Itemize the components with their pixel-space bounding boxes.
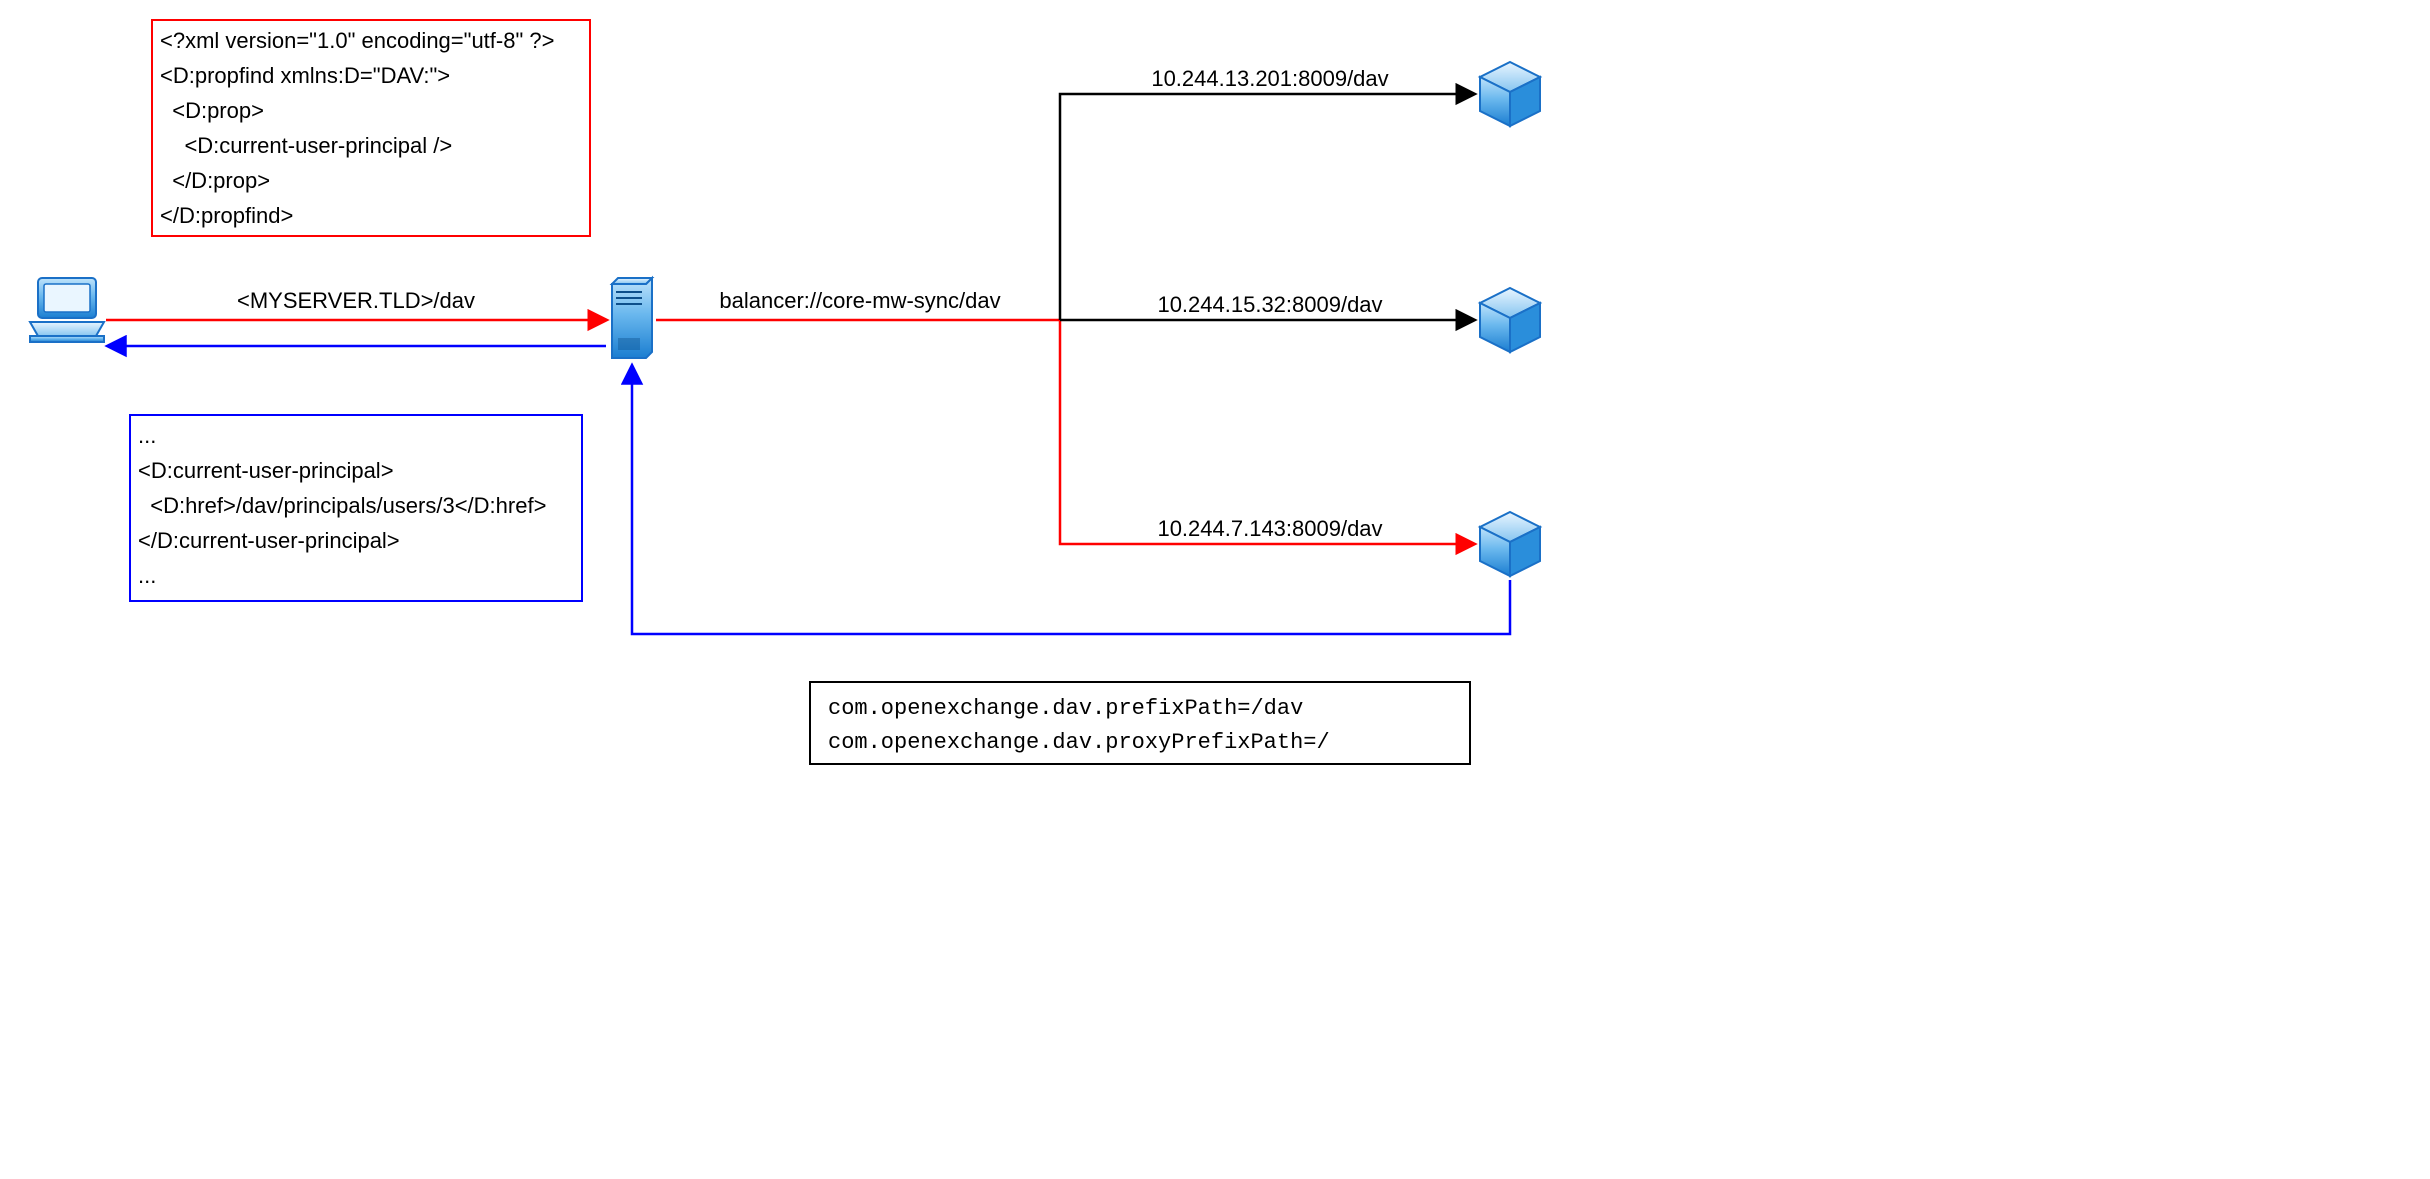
- request-xml-line3: <D:prop>: [160, 98, 264, 123]
- response-xml-line5: ...: [138, 563, 156, 588]
- arrow-branch-to-backend3: [1060, 320, 1474, 544]
- response-xml-line1: ...: [138, 423, 156, 448]
- request-xml-box: <?xml version="1.0" encoding="utf-8" ?> …: [152, 20, 590, 236]
- config-line2: com.openexchange.dav.proxyPrefixPath=/: [828, 730, 1330, 755]
- server-icon: [612, 278, 652, 358]
- cube-backend-2-icon: [1480, 288, 1540, 352]
- response-xml-box: ... <D:current-user-principal> <D:href>/…: [130, 415, 582, 601]
- label-lb-to-pool: balancer://core-mw-sync/dav: [719, 288, 1000, 313]
- label-client-to-lb: <MYSERVER.TLD>/dav: [237, 288, 475, 313]
- arrow-branch-to-backend1: [1060, 94, 1474, 320]
- request-xml-line2: <D:propfind xmlns:D="DAV:">: [160, 63, 450, 88]
- config-box: com.openexchange.dav.prefixPath=/dav com…: [810, 682, 1470, 764]
- request-xml-line1: <?xml version="1.0" encoding="utf-8" ?>: [160, 28, 554, 53]
- response-xml-line4: </D:current-user-principal>: [138, 528, 400, 553]
- response-xml-line2: <D:current-user-principal>: [138, 458, 394, 483]
- arrow-backend3-to-lb: [632, 366, 1510, 634]
- label-backend2: 10.244.15.32:8009/dav: [1157, 292, 1382, 317]
- laptop-icon: [30, 278, 104, 342]
- request-xml-line5: </D:prop>: [160, 168, 270, 193]
- response-xml-line3: <D:href>/dav/principals/users/3</D:href>: [138, 493, 546, 518]
- cube-backend-3-icon: [1480, 512, 1540, 576]
- label-backend3: 10.244.7.143:8009/dav: [1157, 516, 1382, 541]
- request-xml-line6: </D:propfind>: [160, 203, 293, 228]
- label-backend1: 10.244.13.201:8009/dav: [1151, 66, 1388, 91]
- config-line1: com.openexchange.dav.prefixPath=/dav: [828, 696, 1303, 721]
- request-xml-line4: <D:current-user-principal />: [160, 133, 452, 158]
- cube-backend-1-icon: [1480, 62, 1540, 126]
